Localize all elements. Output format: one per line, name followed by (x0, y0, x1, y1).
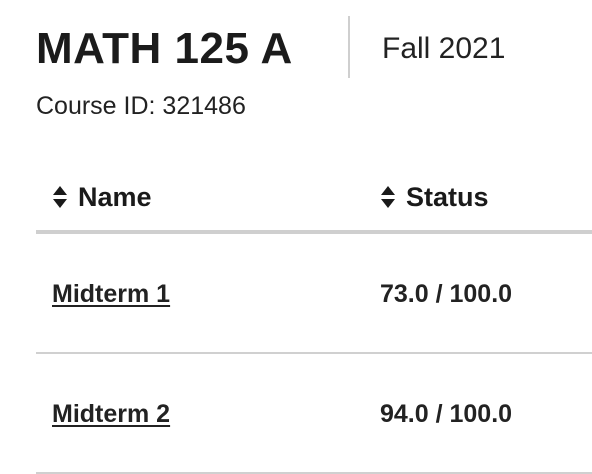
title-divider (348, 16, 350, 78)
course-page: MATH 125 A Fall 2021 Course ID: 321486 N… (0, 0, 592, 474)
assignment-link[interactable]: Midterm 2 (52, 398, 170, 430)
course-id: Course ID: 321486 (36, 92, 246, 120)
assignment-score: 73.0 / 100.0 (380, 280, 513, 308)
course-title: MATH 125 A (36, 24, 293, 73)
table-row: Midterm 2 94.0 / 100.0 (36, 354, 592, 474)
sort-icon (381, 186, 395, 208)
assignment-score: 94.0 / 100.0 (380, 400, 513, 428)
column-header-name-label: Name (78, 182, 152, 212)
column-header-status[interactable]: Status (380, 180, 489, 214)
sort-icon (53, 186, 67, 208)
assignments-table: Name Status Midterm 1 73.0 / 100.0 Midte… (36, 168, 592, 474)
table-header: Name Status (36, 168, 592, 234)
assignment-link[interactable]: Midterm 1 (52, 278, 170, 310)
column-header-name[interactable]: Name (52, 180, 152, 214)
course-term: Fall 2021 (382, 32, 506, 65)
column-header-status-label: Status (406, 182, 489, 212)
table-row: Midterm 1 73.0 / 100.0 (36, 234, 592, 354)
